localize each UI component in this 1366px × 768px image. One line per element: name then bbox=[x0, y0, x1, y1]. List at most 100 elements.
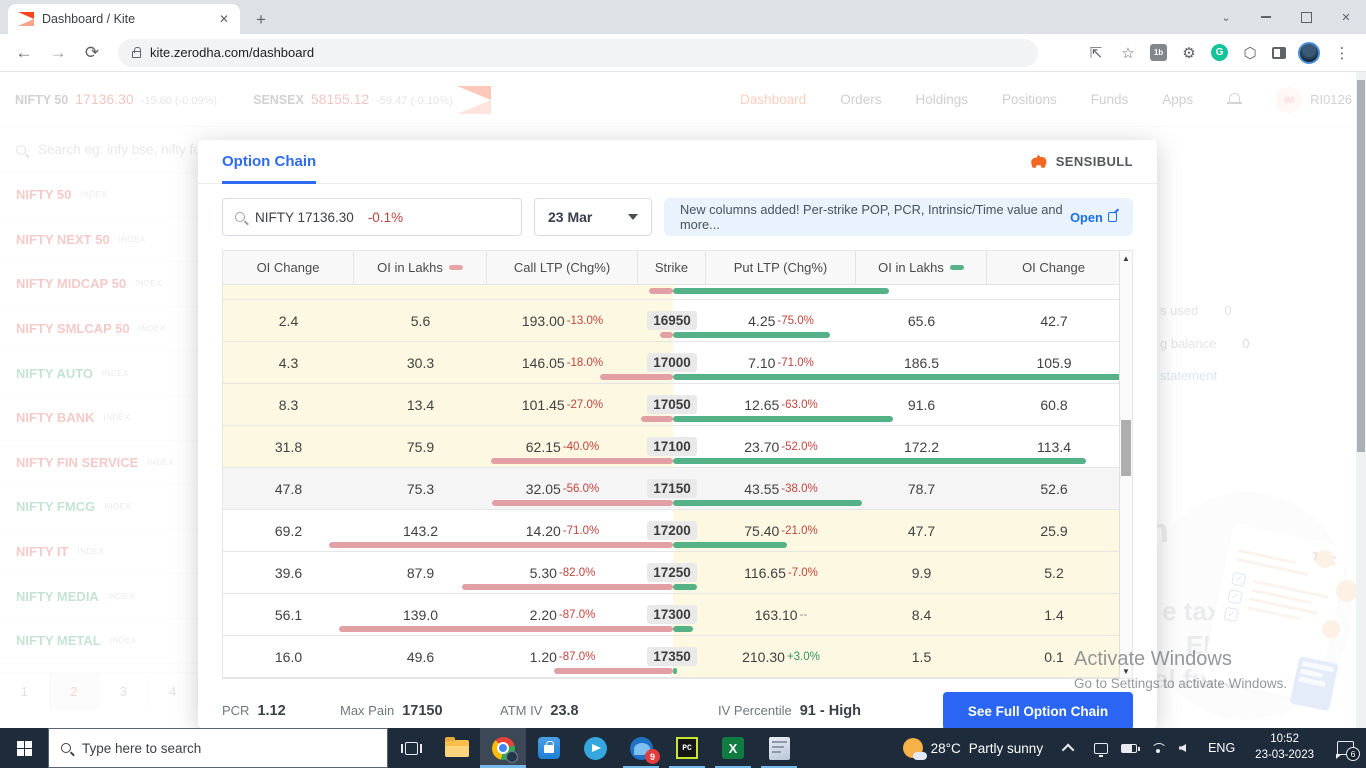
option-row-17350[interactable]: 16.0 49.6 1.20 -87.0% 17350 210.30 +3.0% 1.5 0.1 bbox=[223, 636, 1132, 678]
chevron-down-icon bbox=[628, 214, 638, 220]
browser-tab[interactable]: Dashboard / Kite ✕ bbox=[8, 4, 240, 34]
side-panel-icon[interactable] bbox=[1272, 46, 1286, 59]
sensibull-bull-icon bbox=[1030, 154, 1047, 168]
taskbar-thunderbird[interactable]: 9 bbox=[618, 728, 664, 768]
scroll-up-icon[interactable]: ▲ bbox=[1120, 254, 1132, 263]
browser-profile-avatar[interactable] bbox=[1298, 41, 1320, 64]
option-row-17250[interactable]: 39.6 87.9 5.30 -82.0% 17250 116.65 -7.0% 9.9 5.2 bbox=[223, 552, 1132, 594]
battery-icon[interactable] bbox=[1121, 743, 1141, 753]
window-close-button[interactable]: ✕ bbox=[1326, 0, 1366, 34]
table-scrollbar-thumb[interactable] bbox=[1121, 420, 1131, 476]
stat-label: ATM IV bbox=[500, 703, 543, 718]
table-scrollbar[interactable]: ▲ ▼ bbox=[1119, 251, 1132, 678]
call-ltp-change: -27.0% bbox=[566, 398, 604, 411]
call-oi-lakhs: 13.4 bbox=[406, 396, 435, 413]
option-row-16950[interactable]: 2.4 5.6 193.00 -13.0% 16950 4.25 -75.0% 65.6 42.… bbox=[223, 300, 1132, 342]
taskbar-chrome[interactable] bbox=[480, 728, 526, 768]
tab-option-chain[interactable]: Option Chain bbox=[222, 140, 317, 184]
option-row-17050[interactable]: 8.3 13.4 101.45 -27.0% 17050 12.65 -63.0% 91.6 6… bbox=[223, 384, 1132, 426]
taskbar-store[interactable] bbox=[526, 728, 572, 768]
call-ltp-change: -13.0% bbox=[566, 314, 604, 327]
call-ltp-change: -71.0% bbox=[562, 524, 600, 537]
instrument-search-input[interactable]: NIFTY 17136.30 -0.1% bbox=[222, 198, 522, 236]
browser-menu-icon[interactable]: ⋮ bbox=[1332, 43, 1352, 63]
put-ltp-change: -21.0% bbox=[781, 524, 818, 537]
call-oi-bar bbox=[649, 288, 673, 294]
option-row-17150[interactable]: 47.8 75.3 32.05 -56.0% 17150 43.55 -38.0% 78.7 5… bbox=[223, 468, 1132, 510]
put-oi-change: 52.6 bbox=[1040, 480, 1068, 497]
call-oi-lakhs: 30.3 bbox=[406, 354, 435, 371]
put-ltp-change: -38.0% bbox=[781, 482, 818, 495]
strike-value: 17150 bbox=[647, 479, 697, 498]
notification-badge: 6 bbox=[1346, 747, 1360, 761]
call-oi-change: 4.3 bbox=[278, 354, 299, 371]
tab-close-icon[interactable]: ✕ bbox=[216, 12, 232, 26]
tab-search-chevron-icon[interactable]: ⌄ bbox=[1206, 0, 1246, 34]
telegram-icon bbox=[583, 736, 607, 760]
taskbar-excel[interactable]: X bbox=[710, 728, 756, 768]
taskbar-telegram[interactable] bbox=[572, 728, 618, 768]
bookmark-star-icon[interactable]: ☆ bbox=[1118, 43, 1138, 63]
gear-extension-icon[interactable]: ⚙ bbox=[1179, 43, 1199, 63]
option-row-17300[interactable]: 56.1 139.0 2.20 -87.0% 17300 163.10 -- 8.4 1.4 bbox=[223, 594, 1132, 636]
action-center-button[interactable]: 6 bbox=[1324, 728, 1366, 768]
weather-desc: Partly sunny bbox=[968, 740, 1044, 756]
weather-sun-icon bbox=[902, 738, 927, 760]
taskbar-pycharm[interactable]: PC bbox=[664, 728, 710, 768]
call-ltp-value: 146.05 bbox=[521, 354, 565, 371]
option-row-17200[interactable]: 69.2 143.2 14.20 -71.0% 17200 75.40 -21.0% 47.7… bbox=[223, 510, 1132, 552]
call-oi-change: 47.8 bbox=[274, 480, 303, 497]
put-oi-bar bbox=[673, 542, 787, 548]
reload-button[interactable]: ⟳ bbox=[78, 39, 106, 67]
page-content: NIFTY 5017136.30-15.60 (-0.09%)SENSEX581… bbox=[0, 72, 1366, 728]
tray-expand-chevron-icon[interactable] bbox=[1061, 743, 1075, 756]
window-maximize-button[interactable] bbox=[1286, 0, 1326, 34]
address-bar[interactable]: kite.zerodha.com/dashboard bbox=[118, 38, 1038, 67]
notes-icon bbox=[768, 736, 790, 760]
taskbar-file-explorer[interactable] bbox=[434, 728, 480, 768]
taskbar-search-input[interactable]: Type here to search bbox=[48, 728, 388, 768]
windows-taskbar: Type here to search 9 PC X 28°C Partly s… bbox=[0, 728, 1366, 768]
taskbar-notes[interactable] bbox=[756, 728, 802, 768]
put-ltp-value: 163.10 bbox=[754, 606, 798, 623]
url-text: kite.zerodha.com/dashboard bbox=[150, 45, 315, 60]
back-button[interactable]: ← bbox=[10, 39, 38, 67]
forward-button[interactable]: → bbox=[44, 39, 72, 67]
language-indicator[interactable]: ENG bbox=[1198, 741, 1245, 755]
taskbar-clock[interactable]: 10:52 23-03-2023 bbox=[1245, 732, 1324, 763]
expiry-dropdown[interactable]: 23 Mar bbox=[534, 198, 652, 236]
banner-open-link[interactable]: Open bbox=[1070, 210, 1103, 225]
wifi-icon[interactable] bbox=[1150, 742, 1166, 754]
scroll-down-icon[interactable]: ▼ bbox=[1120, 667, 1132, 676]
put-oi-bar bbox=[673, 332, 830, 338]
put-oi-bar bbox=[673, 584, 697, 590]
call-ltp: 101.45 -27.0% bbox=[487, 384, 638, 425]
grammarly-extension-icon[interactable]: G bbox=[1211, 44, 1228, 61]
task-view-button[interactable] bbox=[388, 728, 434, 768]
see-full-option-chain-button[interactable]: See Full Option Chain bbox=[943, 692, 1133, 728]
taskbar-weather[interactable]: 28°C Partly sunny bbox=[893, 738, 1053, 760]
put-ltp: 210.30 +3.0% bbox=[706, 636, 856, 677]
browser-scrollbar-thumb[interactable] bbox=[1357, 80, 1365, 452]
search-icon bbox=[235, 212, 245, 222]
call-oi-change: 8.3 bbox=[278, 396, 299, 413]
windows-logo-icon bbox=[16, 740, 32, 756]
call-oi-bar bbox=[600, 374, 673, 380]
cast-icon[interactable] bbox=[1094, 742, 1109, 757]
weather-temp: 28°C bbox=[930, 740, 961, 756]
option-row-17000[interactable]: 4.3 30.3 146.05 -18.0% 17000 7.10 -71.0% 186.5 1… bbox=[223, 342, 1132, 384]
header-label: OI in Lakhs bbox=[878, 260, 944, 275]
share-icon[interactable]: ⇱ bbox=[1086, 43, 1106, 63]
call-oi-bar bbox=[462, 584, 673, 590]
extensions-puzzle-icon[interactable]: ⬡ bbox=[1240, 43, 1260, 63]
browser-scrollbar[interactable] bbox=[1356, 72, 1366, 728]
start-button[interactable] bbox=[0, 728, 48, 768]
volume-icon[interactable] bbox=[1179, 744, 1187, 752]
new-tab-button[interactable]: + bbox=[250, 10, 272, 34]
onetab-extension-icon[interactable]: 1b bbox=[1150, 44, 1167, 61]
option-row-17100[interactable]: 31.8 75.9 62.15 -40.0% 17100 23.70 -52.0% 172.2… bbox=[223, 426, 1132, 468]
window-minimize-button[interactable] bbox=[1246, 0, 1286, 34]
put-oi-change: 42.7 bbox=[1040, 312, 1068, 329]
call-ltp-value: 2.20 bbox=[529, 606, 557, 623]
call-oi-lakhs: 49.6 bbox=[406, 648, 435, 665]
